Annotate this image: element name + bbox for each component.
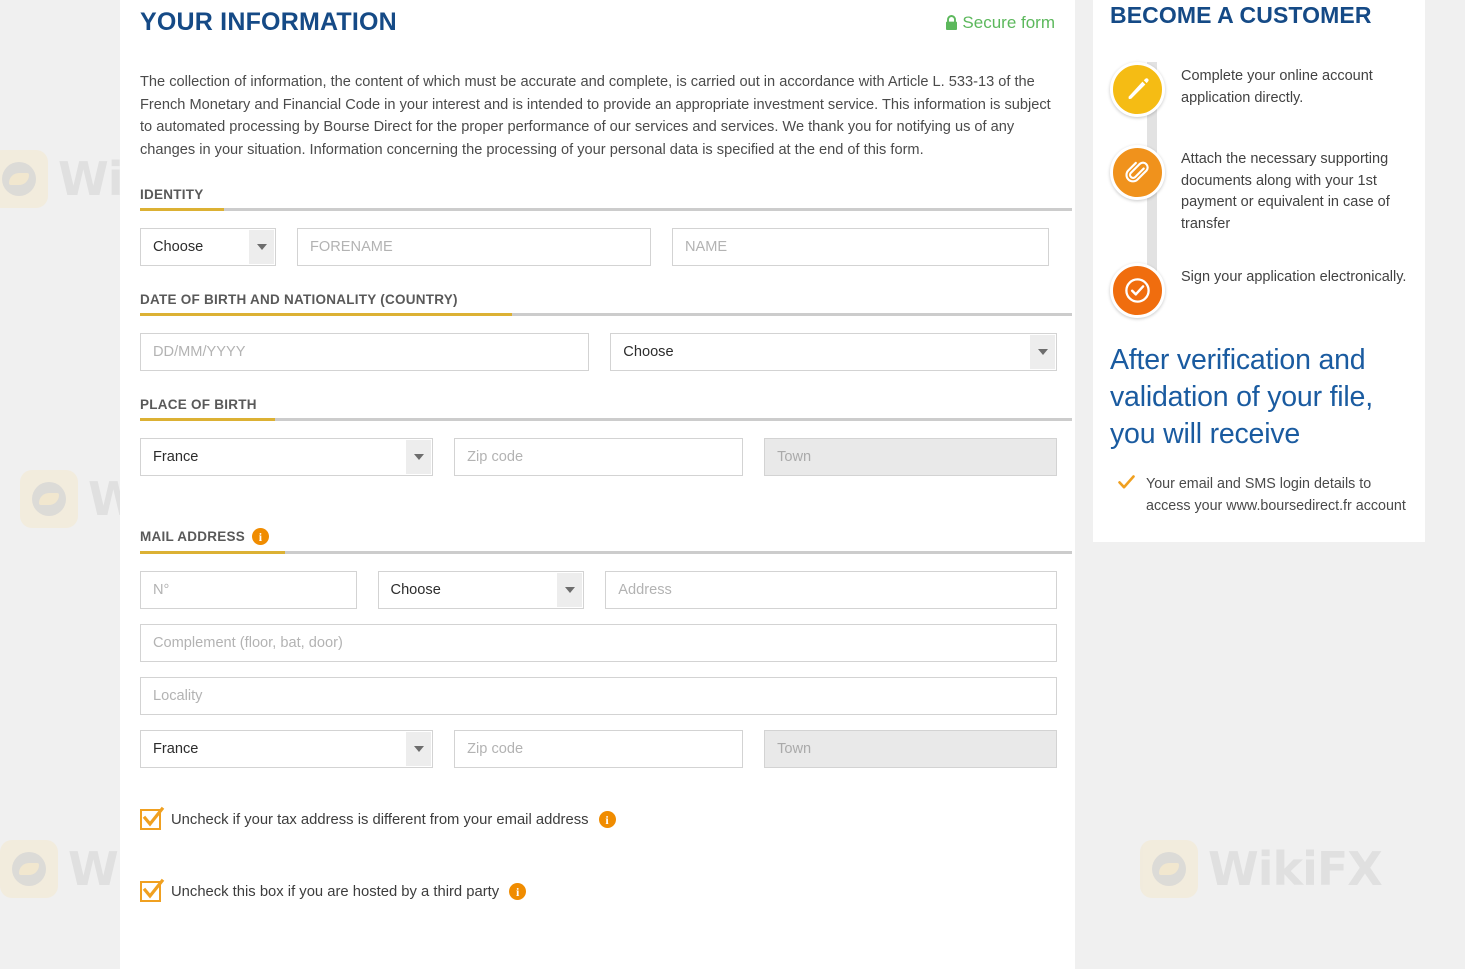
section-place-of-birth: PLACE OF BIRTH France Zip code Town [138,397,1072,477]
dob-heading-label: DATE OF BIRTH AND NATIONALITY (COUNTRY) [140,292,458,308]
forename-input[interactable]: FORENAME [297,228,651,267]
name-input[interactable]: NAME [672,228,1049,267]
birth-zip-input[interactable]: Zip code [454,438,744,477]
mail-address-divider [140,551,1072,555]
address-input[interactable]: Address [605,571,1058,610]
lock-icon [946,15,958,30]
mail-address-row-3: Locality [140,677,1057,716]
step-item: Attach the necessary supporting document… [1110,145,1408,235]
tax-address-checkbox-row[interactable]: Uncheck if your tax address is different… [138,807,1057,831]
birth-country-select-value: France [153,449,199,466]
locality-input[interactable]: Locality [140,677,1057,716]
step-item: Sign your application electronically. [1110,263,1408,318]
chevron-down-icon [1030,335,1055,370]
dob-divider [140,313,1072,317]
become-a-customer-panel: BECOME A CUSTOMER Complete your online a… [1093,0,1425,542]
dob-heading: DATE OF BIRTH AND NATIONALITY (COUNTRY) [140,292,1057,313]
watermark-text: WikiFX [1208,842,1383,896]
date-of-birth-input[interactable]: DD/MM/YYYY [140,333,590,372]
form-header: YOUR INFORMATION Secure form [138,0,1057,37]
pencil-icon [1110,62,1165,117]
step-item: Complete your online account application… [1110,62,1408,117]
sidebar-title: BECOME A CUSTOMER [1110,2,1372,28]
chevron-down-icon [406,732,432,767]
step-text: Sign your application electronically. [1181,269,1407,285]
pob-fields-row: France Zip code Town [140,438,1057,477]
pob-heading: PLACE OF BIRTH [140,397,1057,418]
watermark-logo-icon [1140,840,1198,898]
checkmark-icon [1118,473,1135,518]
mail-address-row-1: N° Choose Address [140,571,1058,610]
secure-form-label: Secure form [962,13,1055,32]
identity-heading: IDENTITY [140,187,1057,208]
street-number-input[interactable]: N° [140,571,357,610]
dob-fields-row: DD/MM/YYYY Choose [140,333,1057,372]
address-country-select[interactable]: France [140,730,434,769]
section-identity: IDENTITY Choose FORENAME NAME [138,187,1072,267]
identity-fields-row: Choose FORENAME NAME [140,228,1057,267]
page-title: YOUR INFORMATION [140,8,397,36]
mail-address-row-2: Complement (floor, bat, door) [140,624,1057,663]
third-party-checkbox-row[interactable]: Uncheck this box if you are hosted by a … [138,879,1057,903]
mail-address-heading-label: MAIL ADDRESS [140,529,246,545]
birth-town-input[interactable]: Town [764,438,1057,477]
tax-address-checkbox-label: Uncheck if your tax address is different… [171,811,589,828]
complement-input[interactable]: Complement (floor, bat, door) [140,624,1057,663]
checkbox-checked-icon[interactable] [140,879,165,903]
bullet-item: Your email and SMS login details to acce… [1110,473,1408,518]
chevron-down-icon [406,440,432,475]
form-card: YOUR INFORMATION Secure form The collect… [120,0,1075,969]
watermark-logo-icon [0,840,58,898]
checkmark-icon [142,807,165,827]
secure-form-badge: Secure form [945,8,1057,33]
checkmark-icon [142,879,165,899]
info-icon[interactable]: i [598,811,616,829]
civility-select[interactable]: Choose [140,228,276,267]
step-text: Complete your online account application… [1181,68,1373,106]
check-circle-icon [1110,263,1165,318]
address-zip-input[interactable]: Zip code [454,730,744,769]
third-party-checkbox-label: Uncheck this box if you are hosted by a … [171,883,500,900]
nationality-select[interactable]: Choose [610,333,1057,372]
after-verification-heading: After verification and validation of you… [1110,344,1373,450]
bullet-text: Your email and SMS login details to acce… [1146,476,1406,515]
address-town-input[interactable]: Town [764,730,1057,769]
pob-heading-label: PLACE OF BIRTH [140,397,257,413]
civility-select-value: Choose [153,239,204,256]
page-root: WikiFX WikiFX WikiFX WikiFX WikiFX WikiF… [0,0,1465,969]
pob-divider [140,418,1072,422]
chevron-down-icon [249,230,274,265]
street-type-select-value: Choose [390,582,441,599]
step-text: Attach the necessary supporting document… [1181,151,1390,232]
identity-divider [140,208,1072,212]
nationality-select-value: Choose [623,344,674,361]
address-country-select-value: France [153,741,199,758]
watermark: WikiFX [1140,840,1383,898]
chevron-down-icon [557,573,583,608]
watermark-logo-icon [20,470,78,528]
info-icon[interactable]: i [509,883,527,901]
section-date-of-birth: DATE OF BIRTH AND NATIONALITY (COUNTRY) … [138,292,1072,372]
identity-heading-label: IDENTITY [140,187,204,203]
checkbox-checked-icon[interactable] [140,807,165,831]
watermark-logo-icon [0,150,48,208]
section-mail-address: MAIL ADDRESS i N° Choose Address Complem… [138,528,1072,769]
paperclip-icon [1110,145,1165,200]
intro-paragraph: The collection of information, the conte… [140,74,1051,158]
mail-address-row-4: France Zip code Town [140,730,1057,769]
birth-country-select[interactable]: France [140,438,434,477]
street-type-select[interactable]: Choose [377,571,585,610]
mail-address-heading: MAIL ADDRESS i [140,528,1057,551]
steps-timeline: Complete your online account application… [1110,62,1408,318]
info-icon[interactable]: i [252,528,270,546]
